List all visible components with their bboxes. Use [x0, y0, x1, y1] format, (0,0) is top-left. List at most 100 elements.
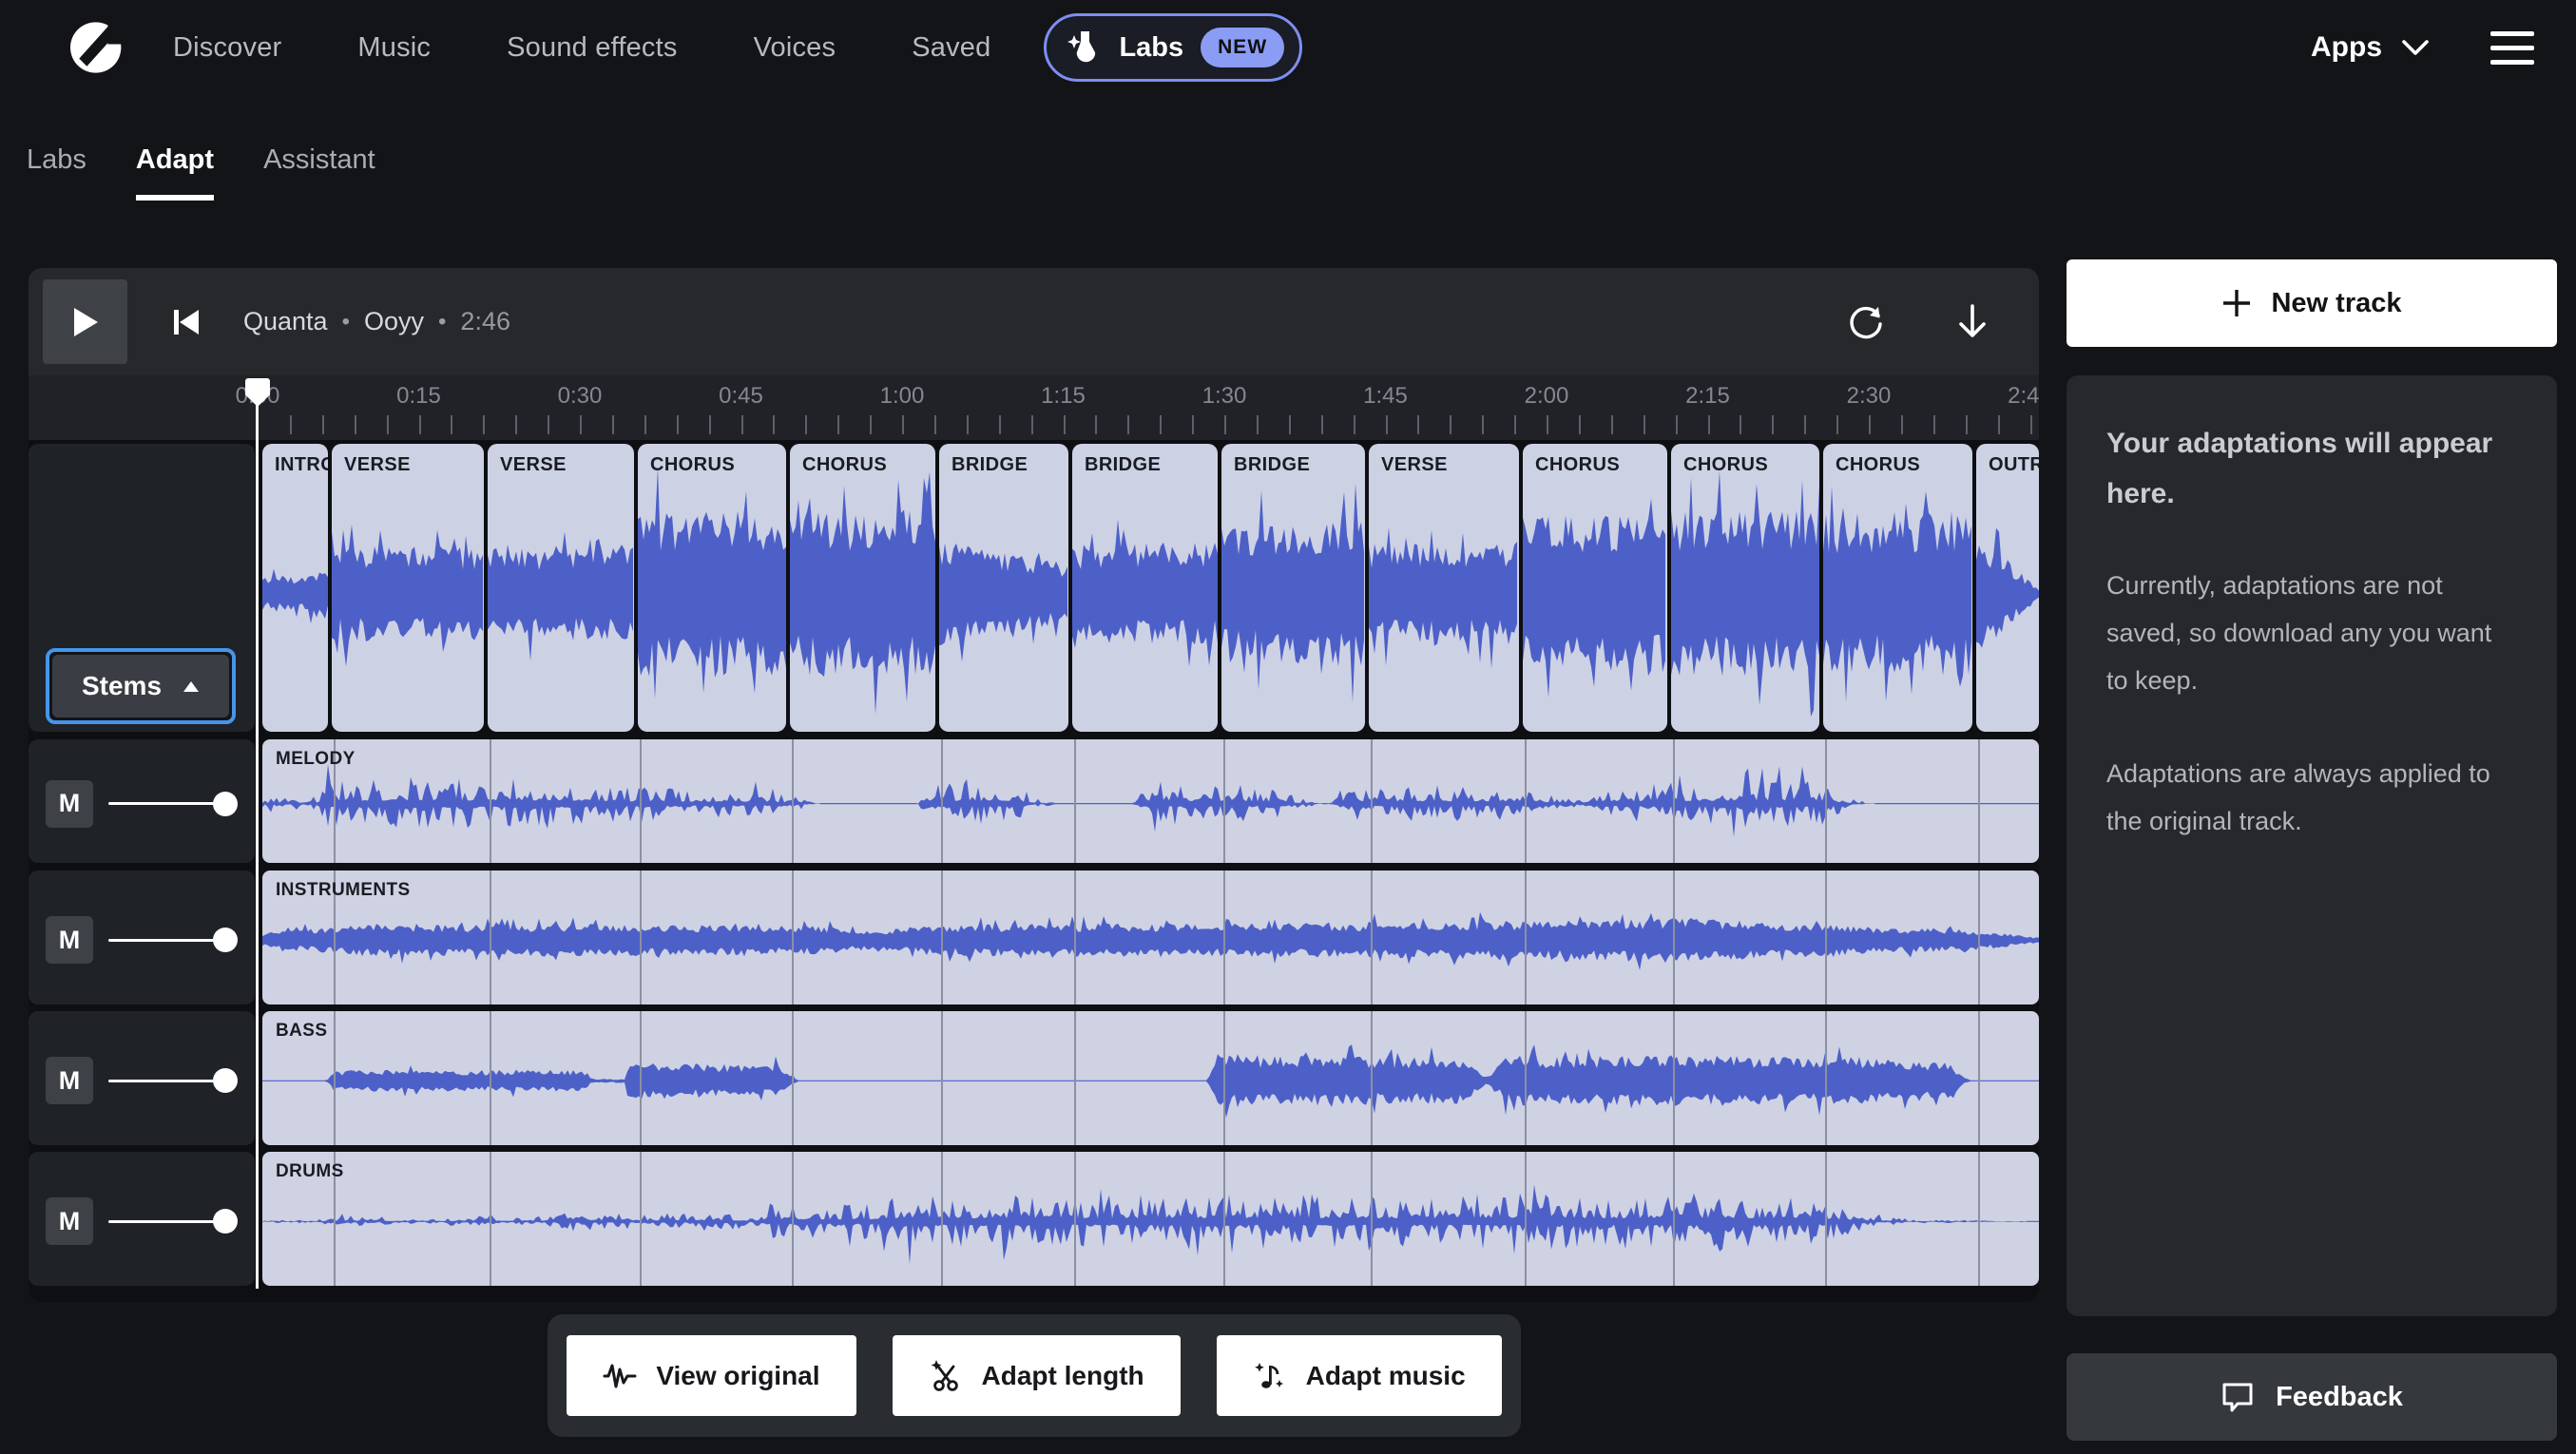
feedback-bubble-icon [2220, 1380, 2255, 1414]
new-track-button[interactable]: New track [2067, 259, 2557, 347]
slider-knob[interactable] [213, 792, 238, 816]
time-tick [1966, 415, 1968, 434]
nav-item-saved[interactable]: Saved [912, 32, 990, 64]
section-label: VERSE [500, 454, 567, 476]
playhead-line [256, 404, 259, 1289]
adapt-length-button[interactable]: Adapt length [893, 1335, 1181, 1416]
section-label: VERSE [1381, 454, 1448, 476]
nav-item-discover[interactable]: Discover [173, 32, 281, 64]
download-icon[interactable] [1955, 303, 1990, 341]
hamburger-menu-icon[interactable] [2490, 31, 2534, 65]
nav-item-sound-effects[interactable]: Sound effects [507, 32, 677, 64]
time-tick [1933, 415, 1935, 434]
stem-label: DRUMS [276, 1161, 344, 1182]
section-gridline [1978, 870, 1980, 1004]
section-gridline [941, 1152, 943, 1286]
tab-assistant[interactable]: Assistant [263, 144, 375, 201]
time-tick [1450, 415, 1451, 434]
time-tick [1579, 415, 1581, 434]
section-gridline [1525, 739, 1527, 863]
time-tick [837, 415, 839, 434]
tab-labs[interactable]: Labs [27, 144, 87, 201]
section-chorus-10[interactable]: CHORUS [1671, 444, 1819, 732]
section-chorus-9[interactable]: CHORUS [1523, 444, 1667, 732]
section-gridline [1978, 739, 1980, 863]
section-verse-1[interactable]: VERSE [332, 444, 484, 732]
stems-toggle-button[interactable]: Stems [46, 648, 236, 724]
slider-knob[interactable] [213, 1209, 238, 1234]
labs-label: Labs [1119, 32, 1183, 64]
volume-slider-bass[interactable] [108, 1057, 238, 1104]
mute-button-bass[interactable]: M [46, 1057, 93, 1104]
section-chorus-3[interactable]: CHORUS [638, 444, 786, 732]
feedback-button[interactable]: Feedback [2067, 1353, 2557, 1441]
regenerate-icon[interactable] [1847, 303, 1885, 341]
section-outro-12[interactable]: OUTRO [1976, 444, 2039, 732]
mute-button-drums[interactable]: M [46, 1197, 93, 1245]
mute-button-instruments[interactable]: M [46, 916, 93, 964]
section-bridge-5[interactable]: BRIDGE [939, 444, 1068, 732]
section-gridline [640, 1152, 642, 1286]
time-label: 0:15 [396, 383, 441, 410]
stem-track-bass[interactable]: BASS [262, 1011, 2039, 1145]
section-label: BRIDGE [1234, 454, 1310, 476]
nav-item-labs[interactable]: Labs NEW [1044, 13, 1302, 82]
apps-menu[interactable]: Apps [2311, 31, 2430, 64]
stem-track-melody[interactable]: MELODY [262, 739, 2039, 863]
stem-label: BASS [276, 1021, 327, 1042]
track-info: Quanta • Ooyy • 2:46 [243, 307, 510, 336]
time-tick [1901, 415, 1903, 434]
section-chorus-4[interactable]: CHORUS [790, 444, 935, 732]
adapt-music-button[interactable]: Adapt music [1217, 1335, 1502, 1416]
stem-label: INSTRUMENTS [276, 880, 411, 901]
section-label: CHORUS [1836, 454, 1920, 476]
time-tick [483, 415, 485, 434]
section-label: CHORUS [1535, 454, 1620, 476]
nav-item-music[interactable]: Music [357, 32, 431, 64]
nav-item-voices[interactable]: Voices [754, 32, 836, 64]
track-artist: Ooyy [364, 307, 424, 336]
stem-track-drums[interactable]: DRUMS [262, 1152, 2039, 1286]
section-gridline [1371, 870, 1373, 1004]
section-bridge-7[interactable]: BRIDGE [1221, 444, 1365, 732]
time-tick [580, 415, 582, 434]
new-track-label: New track [2271, 288, 2401, 319]
time-tick [1321, 415, 1323, 434]
time-tick [902, 415, 904, 434]
volume-slider-melody[interactable] [108, 780, 238, 828]
play-button[interactable] [43, 279, 127, 364]
feedback-label: Feedback [2276, 1382, 2403, 1413]
slider-knob[interactable] [213, 928, 238, 952]
section-label: OUTRO [1989, 454, 2039, 476]
slider-knob[interactable] [213, 1068, 238, 1093]
time-tick [2030, 415, 2032, 434]
stems-label: Stems [82, 671, 162, 701]
nav-items: Discover Music Sound effects Voices Saved [173, 32, 990, 64]
time-label: 2:45 [2008, 383, 2039, 410]
time-tick [999, 415, 1001, 434]
section-verse-8[interactable]: VERSE [1369, 444, 1519, 732]
tab-adapt[interactable]: Adapt [136, 144, 214, 201]
play-icon [72, 307, 99, 337]
section-gridline [490, 1152, 491, 1286]
epidemic-sound-logo-icon[interactable] [68, 20, 127, 75]
section-gridline [490, 870, 491, 1004]
skip-to-start-icon[interactable] [171, 308, 202, 336]
volume-slider-drums[interactable] [108, 1197, 238, 1245]
view-original-button[interactable]: View original [567, 1335, 855, 1416]
volume-slider-instruments[interactable] [108, 916, 238, 964]
section-intro-0[interactable]: INTRO [262, 444, 328, 732]
section-gridline [1525, 1011, 1527, 1145]
section-verse-2[interactable]: VERSE [488, 444, 634, 732]
section-bridge-6[interactable]: BRIDGE [1072, 444, 1218, 732]
time-tick [1804, 415, 1806, 434]
section-gridline [1825, 870, 1827, 1004]
section-chorus-11[interactable]: CHORUS [1823, 444, 1972, 732]
mute-button-melody[interactable]: M [46, 780, 93, 828]
stem-track-instruments[interactable]: INSTRUMENTS [262, 870, 2039, 1004]
time-tick [870, 415, 872, 434]
section-gridline [1673, 1011, 1675, 1145]
section-gridline [640, 739, 642, 863]
section-gridline [792, 739, 794, 863]
time-ruler[interactable]: 0:000:150:300:451:001:151:301:452:002:15… [29, 375, 2039, 440]
